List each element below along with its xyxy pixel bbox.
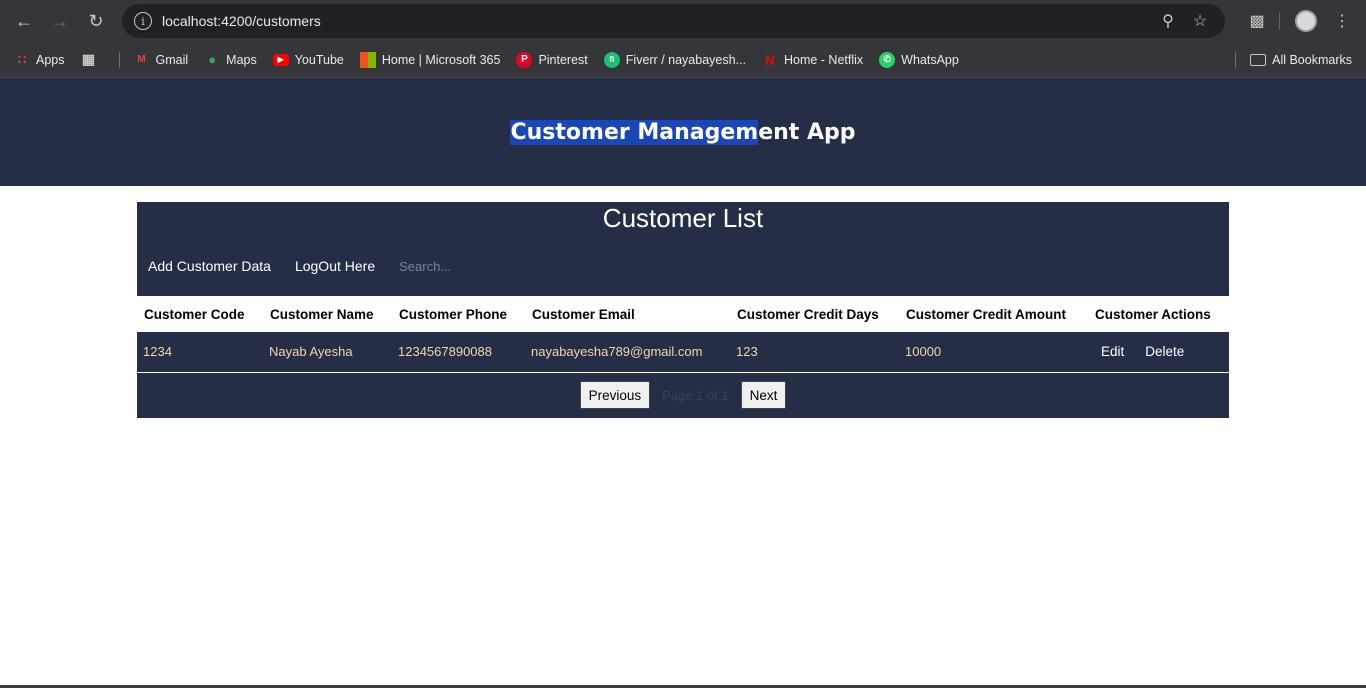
cell-credit-amount: 10000 [905, 344, 942, 360]
maps-pin-icon: ● [208, 52, 217, 67]
add-customer-button[interactable]: Add Customer Data [148, 258, 271, 274]
bookmark-label: YouTube [294, 52, 344, 67]
profile-avatar[interactable] [1290, 5, 1322, 37]
app-title-rest: ent App [758, 119, 856, 145]
address-bar[interactable]: i localhost:4200/customers ⚲ ☆ [122, 4, 1225, 38]
pagination: Previous Page 1 of 1 Next [137, 373, 1229, 418]
bookmark-divider [118, 51, 120, 68]
cell-actions: Edit Delete [1088, 332, 1229, 372]
folder-icon [1250, 53, 1267, 66]
extensions-icon[interactable]: ▩ [1241, 5, 1273, 37]
all-bookmarks-button[interactable]: All Bookmarks [1250, 53, 1352, 67]
bookmark-gmail[interactable]: M Gmail [134, 52, 189, 68]
bookmark-whatsapp[interactable]: ✆ WhatsApp [879, 51, 959, 68]
col-header-name: Customer Name [270, 306, 374, 322]
tab-groups-button[interactable]: ▦ [81, 51, 103, 68]
customer-table: Customer Code Customer Name Customer Pho… [137, 296, 1229, 373]
all-bookmarks-label: All Bookmarks [1272, 52, 1352, 67]
col-header-credit-amount: Customer Credit Amount [906, 306, 1067, 322]
bookmark-netflix[interactable]: N Home - Netflix [762, 52, 863, 68]
bookmark-label: Home - Netflix [783, 52, 864, 67]
bookmark-label: Maps [226, 52, 257, 67]
bookmark-divider [1235, 51, 1237, 68]
gmail-icon: M [137, 54, 146, 65]
bookmark-label: WhatsApp [901, 52, 959, 67]
bookmarks-bar: ∷ Apps ▦ M Gmail ● Maps ▶ YouTube Home |… [0, 42, 1366, 78]
bookmark-youtube[interactable]: ▶ YouTube [272, 52, 344, 67]
app-title-selected: Customer Managem [510, 119, 759, 145]
col-header-actions: Customer Actions [1095, 306, 1211, 322]
list-toolbar: Add Customer Data LogOut Here [137, 236, 1229, 296]
cell-phone: 1234567890088 [398, 344, 492, 360]
bookmark-star-icon[interactable]: ☆ [1187, 11, 1213, 31]
cell-name: Nayab Ayesha [269, 344, 353, 360]
zoom-icon[interactable]: ⚲ [1155, 11, 1181, 31]
customer-list-panel: Customer List Add Customer Data LogOut H… [137, 202, 1229, 418]
bookmark-label: Gmail [155, 52, 189, 67]
app-header: Customer Management App [0, 78, 1366, 186]
avatar-icon [1295, 10, 1317, 32]
microsoft-icon [359, 51, 376, 68]
bookmark-apps[interactable]: ∷ Apps [14, 52, 65, 68]
bookmark-label: Home | Microsoft 365 [381, 52, 501, 67]
bookmark-fiverr[interactable]: fi Fiverr / nayabayesh... [603, 51, 746, 68]
next-button[interactable]: Next [740, 381, 787, 409]
menu-icon[interactable]: ⋮ [1326, 5, 1358, 37]
cell-email: nayabayesha789@gmail.com [531, 344, 703, 360]
pinterest-icon: P [516, 51, 533, 68]
bookmark-label: Fiverr / nayabayesh... [625, 52, 746, 67]
search-input[interactable] [399, 258, 600, 274]
reload-icon[interactable]: ↻ [80, 5, 112, 37]
cell-credit-days: 123 [736, 344, 758, 360]
app-title: Customer Management App [510, 119, 856, 145]
forward-icon[interactable]: → [44, 5, 76, 37]
fiverr-icon: fi [603, 51, 620, 68]
page-indicator: Page 1 of 1 [662, 387, 729, 403]
bookmark-maps[interactable]: ● Maps [204, 52, 257, 68]
table-row: 1234 Nayab Ayesha 1234567890088 nayabaye… [137, 332, 1229, 372]
bookmark-pinterest[interactable]: P Pinterest [516, 51, 588, 68]
col-header-code: Customer Code [144, 306, 245, 322]
bookmark-label: Pinterest [538, 52, 588, 67]
browser-toolbar: ← → ↻ i localhost:4200/customers ⚲ ☆ ▩ ⋮ [0, 0, 1366, 42]
previous-button[interactable]: Previous [579, 381, 651, 409]
col-header-email: Customer Email [532, 306, 635, 322]
logout-button[interactable]: LogOut Here [295, 258, 375, 274]
whatsapp-icon: ✆ [879, 51, 896, 68]
col-header-credit-days: Customer Credit Days [737, 306, 879, 322]
netflix-icon: N [764, 51, 776, 68]
apps-grid-icon: ∷ [17, 51, 27, 67]
bookmark-label: Apps [36, 52, 65, 67]
bookmark-microsoft365[interactable]: Home | Microsoft 365 [359, 51, 501, 68]
cell-code: 1234 [143, 344, 172, 360]
toolbar-divider [1279, 12, 1280, 30]
table-header-row: Customer Code Customer Name Customer Pho… [137, 296, 1229, 332]
url-text[interactable]: localhost:4200/customers [162, 13, 1149, 29]
edit-button[interactable]: Edit [1101, 344, 1124, 359]
delete-button[interactable]: Delete [1145, 344, 1184, 359]
youtube-icon: ▶ [272, 53, 289, 66]
grid-icon: ▦ [81, 51, 96, 67]
col-header-phone: Customer Phone [399, 306, 508, 322]
site-info-icon[interactable]: i [134, 12, 152, 30]
page-title: Customer List [602, 203, 764, 233]
back-icon[interactable]: ← [8, 5, 40, 37]
